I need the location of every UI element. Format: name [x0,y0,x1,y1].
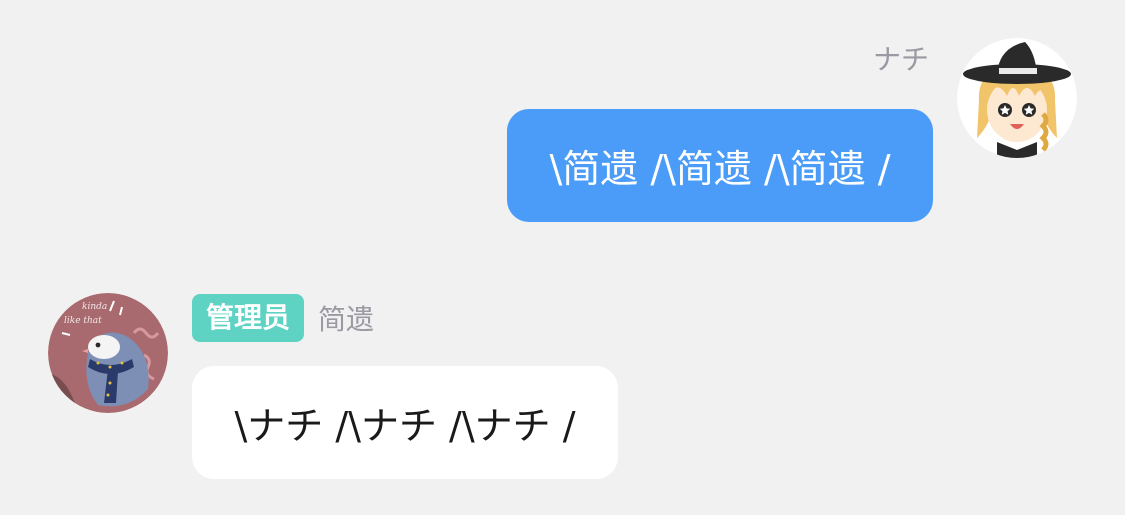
sender-name: 简遗 [318,303,375,336]
message-meta: 管理员 简遗 [192,294,374,342]
user-avatar[interactable] [957,38,1077,158]
svg-text:kinda: kinda [82,302,107,312]
message-bubble[interactable]: \简遗 /\简遗 /\简遗 / [507,109,933,222]
bird-scarf-avatar-icon: kinda like that [48,293,168,413]
blonde-witch-avatar-icon [957,38,1077,158]
svg-text:like that: like that [64,316,102,326]
message-bubble[interactable]: \ナチ /\ナチ /\ナチ / [192,366,618,479]
sender-name: ナチ [872,43,929,76]
admin-badge: 管理员 [192,294,305,342]
user-avatar[interactable]: kinda like that [48,293,168,413]
chat-view: ナチ \简遗 /\简遗 /\简遗 / kinda like that 管理员 简… [0,0,1125,515]
